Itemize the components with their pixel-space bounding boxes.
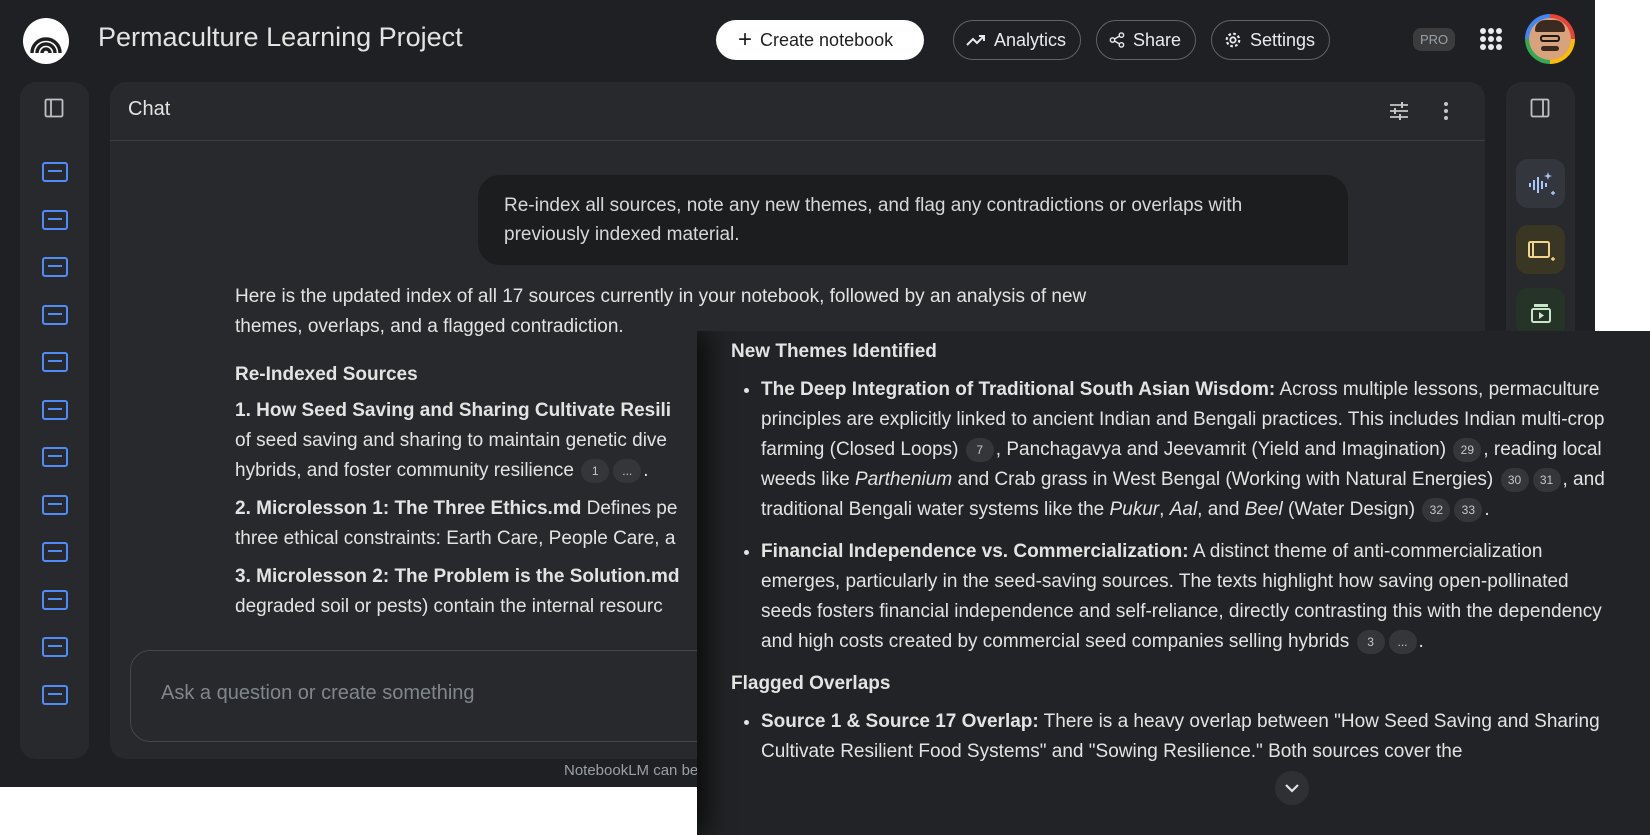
avatar-image	[1529, 18, 1571, 60]
create-notebook-label: Create notebook	[760, 29, 894, 50]
source-icon[interactable]	[42, 637, 68, 657]
source-icon[interactable]	[42, 400, 68, 420]
mind-map-button[interactable]	[1516, 288, 1565, 337]
chevron-down-icon	[1285, 784, 1299, 793]
disclaimer-text: NotebookLM can be	[564, 762, 699, 779]
apps-grid-icon[interactable]	[1480, 28, 1502, 50]
logo-icon	[30, 37, 62, 54]
scroll-to-bottom-button[interactable]	[1275, 771, 1309, 805]
notebook-title[interactable]: Permaculture Learning Project	[98, 22, 463, 53]
source-icon[interactable]	[42, 305, 68, 325]
citation-chip[interactable]: 29	[1453, 437, 1482, 462]
gear-icon	[1225, 32, 1241, 48]
settings-button[interactable]: Settings	[1211, 20, 1330, 60]
audio-sparkle-icon	[1528, 171, 1555, 195]
more-vert-icon[interactable]	[1435, 100, 1457, 122]
source-title: 1. How Seed Saving and Sharing Cultivate…	[235, 400, 672, 421]
share-button[interactable]: Share	[1096, 20, 1196, 60]
source-icon[interactable]	[42, 542, 68, 562]
themes-heading: New Themes Identified	[731, 341, 937, 362]
source-icon[interactable]	[42, 590, 68, 610]
source-icon[interactable]	[42, 495, 68, 515]
list-item: Financial Independence vs. Commercializa…	[761, 537, 1611, 657]
chat-header: Chat	[110, 82, 1485, 141]
create-notebook-button[interactable]: + Create notebook	[716, 20, 924, 60]
notebooklm-logo[interactable]	[23, 18, 69, 64]
settings-label: Settings	[1249, 29, 1315, 50]
share-label: Share	[1132, 29, 1181, 50]
list-item: The Deep Integration of Traditional Sout…	[761, 375, 1611, 525]
source-icon[interactable]	[42, 685, 68, 705]
plus-icon: +	[738, 26, 753, 53]
source-icon[interactable]	[42, 352, 68, 372]
citation-more-chip[interactable]: ...	[1388, 629, 1417, 654]
audio-overview-button[interactable]	[1516, 159, 1565, 208]
overlay-content: New Themes Identified The Deep Integrati…	[731, 331, 1611, 779]
analytics-label: Analytics	[993, 29, 1066, 50]
citation-chip[interactable]: 1	[581, 458, 610, 483]
citation-chip[interactable]: 31	[1532, 467, 1561, 492]
citation-chip[interactable]: 7	[965, 437, 994, 462]
avatar[interactable]	[1525, 14, 1575, 64]
source-icon[interactable]	[42, 447, 68, 467]
user-message-bubble: Re-index all sources, note any new theme…	[478, 175, 1348, 265]
pro-badge: PRO	[1413, 28, 1456, 51]
source-title: 3. Microlesson 2: The Problem is the Sol…	[235, 566, 680, 587]
list-item: Source 1 & Source 17 Overlap: There is a…	[761, 707, 1611, 767]
slides-icon	[1527, 240, 1555, 261]
top-bar: Permaculture Learning Project + Create n…	[0, 0, 1595, 80]
sources-panel	[20, 82, 89, 759]
source-icon[interactable]	[42, 257, 68, 277]
citation-chip[interactable]: 32	[1422, 497, 1451, 522]
tune-icon[interactable]	[1388, 100, 1410, 122]
citation-chip[interactable]: 30	[1500, 467, 1529, 492]
overlaps-list: Source 1 & Source 17 Overlap: There is a…	[731, 707, 1611, 767]
citation-more-chip[interactable]: ...	[613, 458, 642, 483]
analytics-button[interactable]: Analytics	[953, 20, 1081, 60]
source-icon[interactable]	[42, 162, 68, 182]
citation-chip[interactable]: 3	[1356, 629, 1385, 654]
source-icon[interactable]	[42, 210, 68, 230]
zoomed-response-overlay: New Themes Identified The Deep Integrati…	[697, 331, 1650, 835]
video-overview-button[interactable]	[1516, 225, 1565, 274]
sidebar-toggle-icon[interactable]	[44, 98, 64, 118]
presentation-icon	[1530, 303, 1551, 323]
studio-toggle-icon[interactable]	[1530, 98, 1550, 118]
themes-list: The Deep Integration of Traditional Sout…	[731, 375, 1611, 657]
source-title: 2. Microlesson 1: The Three Ethics.md	[235, 498, 582, 519]
citation-chip[interactable]: 33	[1454, 497, 1483, 522]
trending-up-icon	[966, 35, 985, 46]
chat-title: Chat	[128, 98, 171, 120]
share-icon	[1109, 32, 1125, 48]
overlaps-heading: Flagged Overlaps	[731, 673, 891, 694]
